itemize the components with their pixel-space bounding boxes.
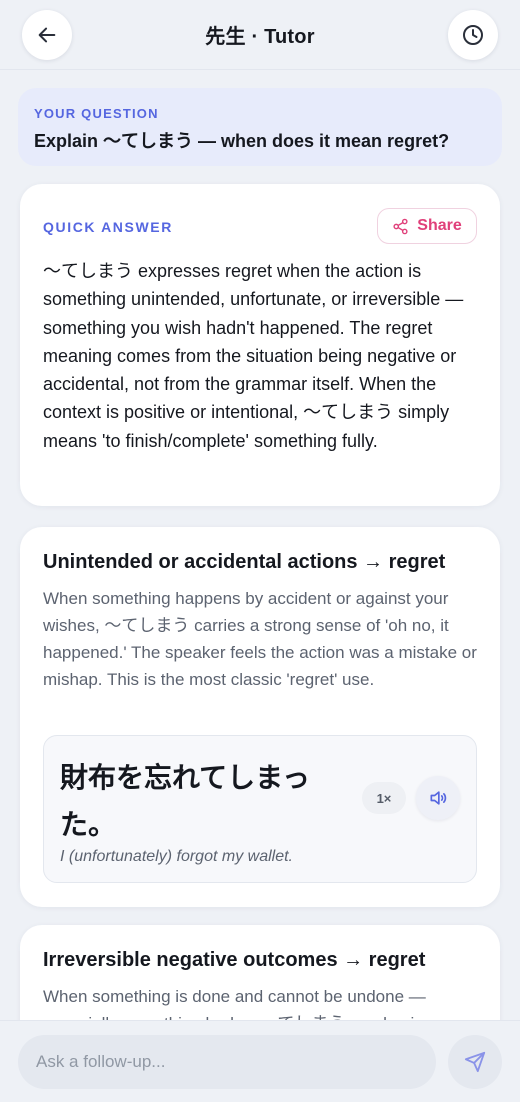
history-button[interactable] — [448, 10, 498, 60]
clock-icon — [463, 25, 483, 45]
quick-answer-card: QUICK ANSWER Share ～てしまう expresses regre… — [20, 184, 500, 506]
page-title: 先生 · Tutor — [205, 26, 315, 48]
share-button[interactable]: Share — [377, 208, 477, 244]
speaker-icon — [430, 791, 447, 805]
question-label: YOUR QUESTION — [34, 106, 159, 121]
example-japanese: 財布を忘れてしまった。 — [60, 762, 311, 840]
send-button[interactable] — [448, 1035, 502, 1089]
share-label: Share — [417, 217, 462, 234]
section-title: Irreversible negative outcomes → regret — [43, 949, 426, 971]
example-sentence-card: 財布を忘れてしまった。 1× I (unfortunately) forgot … — [43, 735, 477, 883]
share-icon — [393, 218, 408, 234]
quick-answer-label: QUICK ANSWER — [43, 219, 173, 235]
question-text: Explain ～てしまう — when does it mean regret… — [34, 131, 450, 151]
explanation-card: Unintended or accidental actions → regre… — [20, 527, 500, 907]
top-bar: 先生 · Tutor — [0, 0, 520, 70]
send-icon — [464, 1051, 486, 1073]
section-body: When something happens by accident or ag… — [43, 589, 477, 689]
follow-up-input[interactable] — [18, 1035, 436, 1089]
playback-speed-button[interactable]: 1× — [362, 782, 406, 814]
question-bubble: YOUR QUESTION Explain ～てしまう — when does … — [18, 88, 502, 166]
section-title: Unintended or accidental actions → regre… — [43, 551, 446, 573]
composer-bar — [0, 1020, 520, 1102]
arrow-left-icon — [38, 27, 56, 43]
example-translation: I (unfortunately) forgot my wallet. — [60, 848, 293, 865]
back-button[interactable] — [22, 10, 72, 60]
quick-answer-text: ～てしまう expresses regret when the action i… — [43, 261, 464, 451]
play-audio-button[interactable] — [416, 776, 460, 820]
